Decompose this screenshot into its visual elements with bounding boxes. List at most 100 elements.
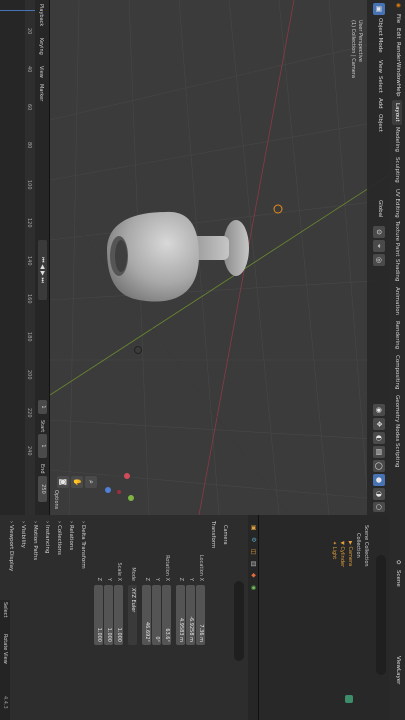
orientation-selector[interactable]: Global xyxy=(373,200,386,218)
tab-texture-paint[interactable]: Texture Paint xyxy=(392,218,402,260)
camera-view-icon[interactable]: ◙ xyxy=(57,476,69,488)
viewlayer-selector[interactable]: ViewLayer xyxy=(395,656,401,684)
axis-z-label: Z xyxy=(178,577,184,581)
properties-editor[interactable]: ▣ ⚙ ◫ ▥ ◆ ◉ Camera Transform Location X … xyxy=(0,515,259,720)
proportional-edit-icon[interactable]: ◎ xyxy=(373,254,385,266)
frame-ruler[interactable]: 20 40 60 80 100 120 140 160 180 200 220 … xyxy=(25,0,35,515)
3d-viewport[interactable]: User Perspective (1) Collection | Camera… xyxy=(50,0,389,515)
transform-panel-header[interactable]: Transform xyxy=(210,521,216,548)
playback-controls[interactable]: ⏮ ◀ ▶ ⏭ xyxy=(38,240,47,300)
scale-z-field[interactable]: 1.000 xyxy=(94,585,103,645)
visibility-eye-icon[interactable]: ◉ xyxy=(373,404,385,416)
outliner-search-input[interactable] xyxy=(376,555,386,675)
instancing-panel[interactable]: › Instancing xyxy=(44,521,50,553)
location-z-field[interactable]: 4.9583 m xyxy=(176,585,185,645)
viewport-grid xyxy=(50,0,389,515)
navigation-gizmo[interactable] xyxy=(101,468,141,508)
location-y-field[interactable]: -6.9258 m xyxy=(186,585,195,645)
zoom-icon[interactable]: ⌕ xyxy=(85,476,97,488)
blender-logo-icon[interactable]: ◉ xyxy=(395,3,401,8)
outliner-item-camera[interactable]: ▶ Camera xyxy=(347,541,353,566)
modifier-icon[interactable]: ⚙ xyxy=(250,537,257,542)
start-frame-field[interactable]: 1 xyxy=(38,434,47,458)
viewport-menu-select[interactable]: Select xyxy=(373,76,386,93)
rotation-mode-select[interactable]: XYZ Euler xyxy=(128,585,137,645)
status-rotate-hint: Rotate View xyxy=(2,634,8,664)
relations-panel[interactable]: › Relations xyxy=(68,521,74,550)
timeline-menu-keying[interactable]: Keying xyxy=(38,38,44,55)
viewport-menu-object[interactable]: Object xyxy=(373,114,386,132)
tab-rendering[interactable]: Rendering xyxy=(392,318,402,352)
tab-animation[interactable]: Animation xyxy=(392,284,402,318)
snap-icon[interactable]: ⌖ xyxy=(373,240,385,252)
object-properties-icon[interactable]: ▣ xyxy=(250,525,257,531)
pan-hand-icon[interactable]: ✋ xyxy=(71,476,83,488)
tab-geometry-nodes[interactable]: Geometry Nodes xyxy=(392,392,402,444)
outliner-item-cylinder[interactable]: ▼ Cylinder xyxy=(339,541,345,567)
end-label: End xyxy=(39,464,45,474)
tick-label: 240 xyxy=(26,446,32,456)
menu-help[interactable]: Help xyxy=(395,84,401,97)
menu-window[interactable]: Window xyxy=(395,62,401,84)
menu-file[interactable]: File xyxy=(395,14,401,23)
overlays-icon[interactable]: ◐ xyxy=(373,432,385,444)
timeline-menu-view[interactable]: View xyxy=(38,66,44,78)
shading-wireframe-icon[interactable]: ◯ xyxy=(373,460,385,472)
tick-label: 100 xyxy=(26,180,32,190)
xray-icon[interactable]: ▤ xyxy=(373,446,385,458)
shading-rendered-icon[interactable]: ○ xyxy=(373,502,385,512)
menu-render[interactable]: Render xyxy=(395,42,401,62)
outliner[interactable]: Scene Collection Collection ▶ Camera ▼ C… xyxy=(259,515,389,720)
tab-compositing[interactable]: Compositing xyxy=(392,352,402,392)
location-x-field[interactable]: 7.36 m xyxy=(196,585,205,645)
playhead[interactable] xyxy=(0,10,35,11)
scale-x-field[interactable]: 1.000 xyxy=(114,585,123,645)
delta-transform-panel[interactable]: › Delta Transform xyxy=(80,521,86,569)
3d-cursor xyxy=(273,204,283,214)
tab-scripting[interactable]: Scripting xyxy=(392,440,402,470)
timeline-menu-playback[interactable]: Playback xyxy=(38,4,44,26)
rotation-x-field[interactable]: 63.6° xyxy=(162,585,171,645)
tab-sculpting[interactable]: Sculpting xyxy=(392,154,402,186)
tab-layout[interactable]: Layout xyxy=(392,100,402,125)
camera-data-icon[interactable] xyxy=(345,695,353,703)
gizmo-icon[interactable]: ✥ xyxy=(373,418,385,430)
outliner-item-collection[interactable]: Collection xyxy=(355,533,361,558)
shading-solid-icon[interactable]: ● xyxy=(373,474,385,486)
render-properties-icon[interactable]: ◫ xyxy=(250,549,257,555)
tab-uv-editing[interactable]: UV Editing xyxy=(392,186,402,221)
viewport-display-panel[interactable]: › Viewport Display xyxy=(8,521,14,571)
end-frame-field[interactable]: 250 xyxy=(38,476,47,502)
timeline-menu-marker[interactable]: Marker xyxy=(38,84,44,101)
tab-modeling[interactable]: Modeling xyxy=(392,124,402,155)
tab-shading[interactable]: Shading xyxy=(392,256,402,284)
tick-label: 140 xyxy=(26,256,32,266)
motion-paths-panel[interactable]: › Motion Paths xyxy=(32,521,38,560)
timeline-editor[interactable]: Playback Keying View Marker ⏮ ◀ ▶ ⏭ 1 St… xyxy=(0,0,50,515)
output-properties-icon[interactable]: ▥ xyxy=(250,561,257,567)
viewport-menu-add[interactable]: Add xyxy=(373,98,386,109)
menu-edit[interactable]: Edit xyxy=(395,28,401,39)
viewport-menu-view[interactable]: View xyxy=(373,60,386,73)
visibility-panel[interactable]: › Visibility xyxy=(20,521,26,548)
scene-selector[interactable]: Scene xyxy=(395,570,401,587)
physics-icon[interactable]: ◉ xyxy=(250,585,257,590)
status-select-hint: Select xyxy=(2,602,8,618)
blender-window: ◉ File Edit Render Window Help Layout Mo… xyxy=(0,0,405,720)
editor-type-icon[interactable]: ▣ xyxy=(373,3,385,15)
scene-properties-icon[interactable]: ◆ xyxy=(250,573,257,578)
collections-panel[interactable]: › Collections xyxy=(56,521,62,555)
pivot-icon[interactable]: ⊙ xyxy=(373,226,385,238)
wine-glass-model xyxy=(107,211,249,302)
current-frame-field[interactable]: 1 xyxy=(38,400,47,414)
outliner-item-light[interactable]: ✦ Light xyxy=(331,541,337,559)
tick-label: 40 xyxy=(26,66,32,73)
options-button[interactable]: Options xyxy=(53,490,59,509)
tick-label: 160 xyxy=(26,294,32,304)
rotation-y-field[interactable]: 0° xyxy=(152,585,161,645)
scale-y-field[interactable]: 1.000 xyxy=(104,585,113,645)
mode-selector[interactable]: Object Mode xyxy=(373,18,386,53)
properties-search-input[interactable] xyxy=(234,581,244,661)
shading-material-icon[interactable]: ◑ xyxy=(373,488,385,500)
rotation-z-field[interactable]: 46.692° xyxy=(142,585,151,645)
